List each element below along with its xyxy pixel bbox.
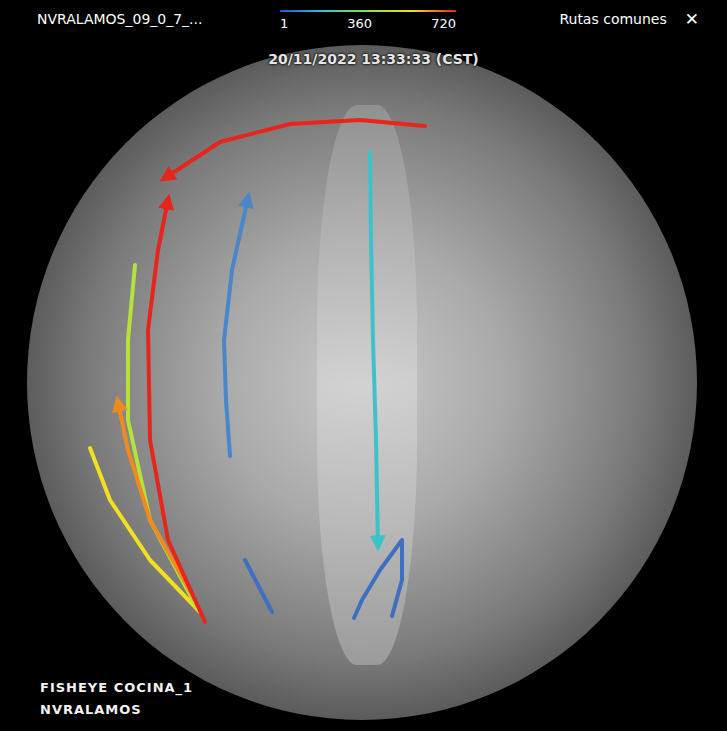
header-bar: NVRALAMOS_09_0_7_... 1 360 720 Rutas comun… xyxy=(0,0,727,38)
camera-title: NVRALAMOS_09_0_7_... xyxy=(37,11,280,27)
route-frequency-legend: 1 360 720 xyxy=(280,10,456,31)
header-actions: Rutas comunes ✕ xyxy=(456,9,699,29)
timestamp: 20/11/2022 13:33:33 (CST) xyxy=(0,51,727,67)
camera-labels: FISHEYE COCINA_1 NVRALAMOS xyxy=(40,677,193,721)
legend-tick: 1 xyxy=(280,16,288,31)
legend-tick: 720 xyxy=(431,16,456,31)
route-path[interactable] xyxy=(90,448,200,612)
route-path[interactable] xyxy=(128,265,196,606)
routes-overlay xyxy=(0,38,727,731)
legend-tick: 360 xyxy=(347,16,372,31)
legend-ticks: 1 360 720 xyxy=(280,16,456,31)
camera-name: FISHEYE COCINA_1 xyxy=(40,677,193,699)
route-path[interactable] xyxy=(224,198,248,456)
mode-label[interactable]: Rutas comunes xyxy=(559,11,666,27)
route-path[interactable] xyxy=(354,540,402,618)
camera-route-viewer: NVRALAMOS_09_0_7_... 1 360 720 Rutas comun… xyxy=(0,0,727,731)
route-path[interactable] xyxy=(165,120,425,178)
route-path[interactable] xyxy=(148,200,205,622)
route-path[interactable] xyxy=(245,560,272,612)
route-path[interactable] xyxy=(370,152,378,545)
camera-stage: 20/11/2022 13:33:33 (CST) FISHEYE COCINA… xyxy=(0,38,727,731)
camera-site: NVRALAMOS xyxy=(40,699,193,721)
legend-gradient xyxy=(280,10,456,12)
close-button[interactable]: ✕ xyxy=(685,9,699,29)
